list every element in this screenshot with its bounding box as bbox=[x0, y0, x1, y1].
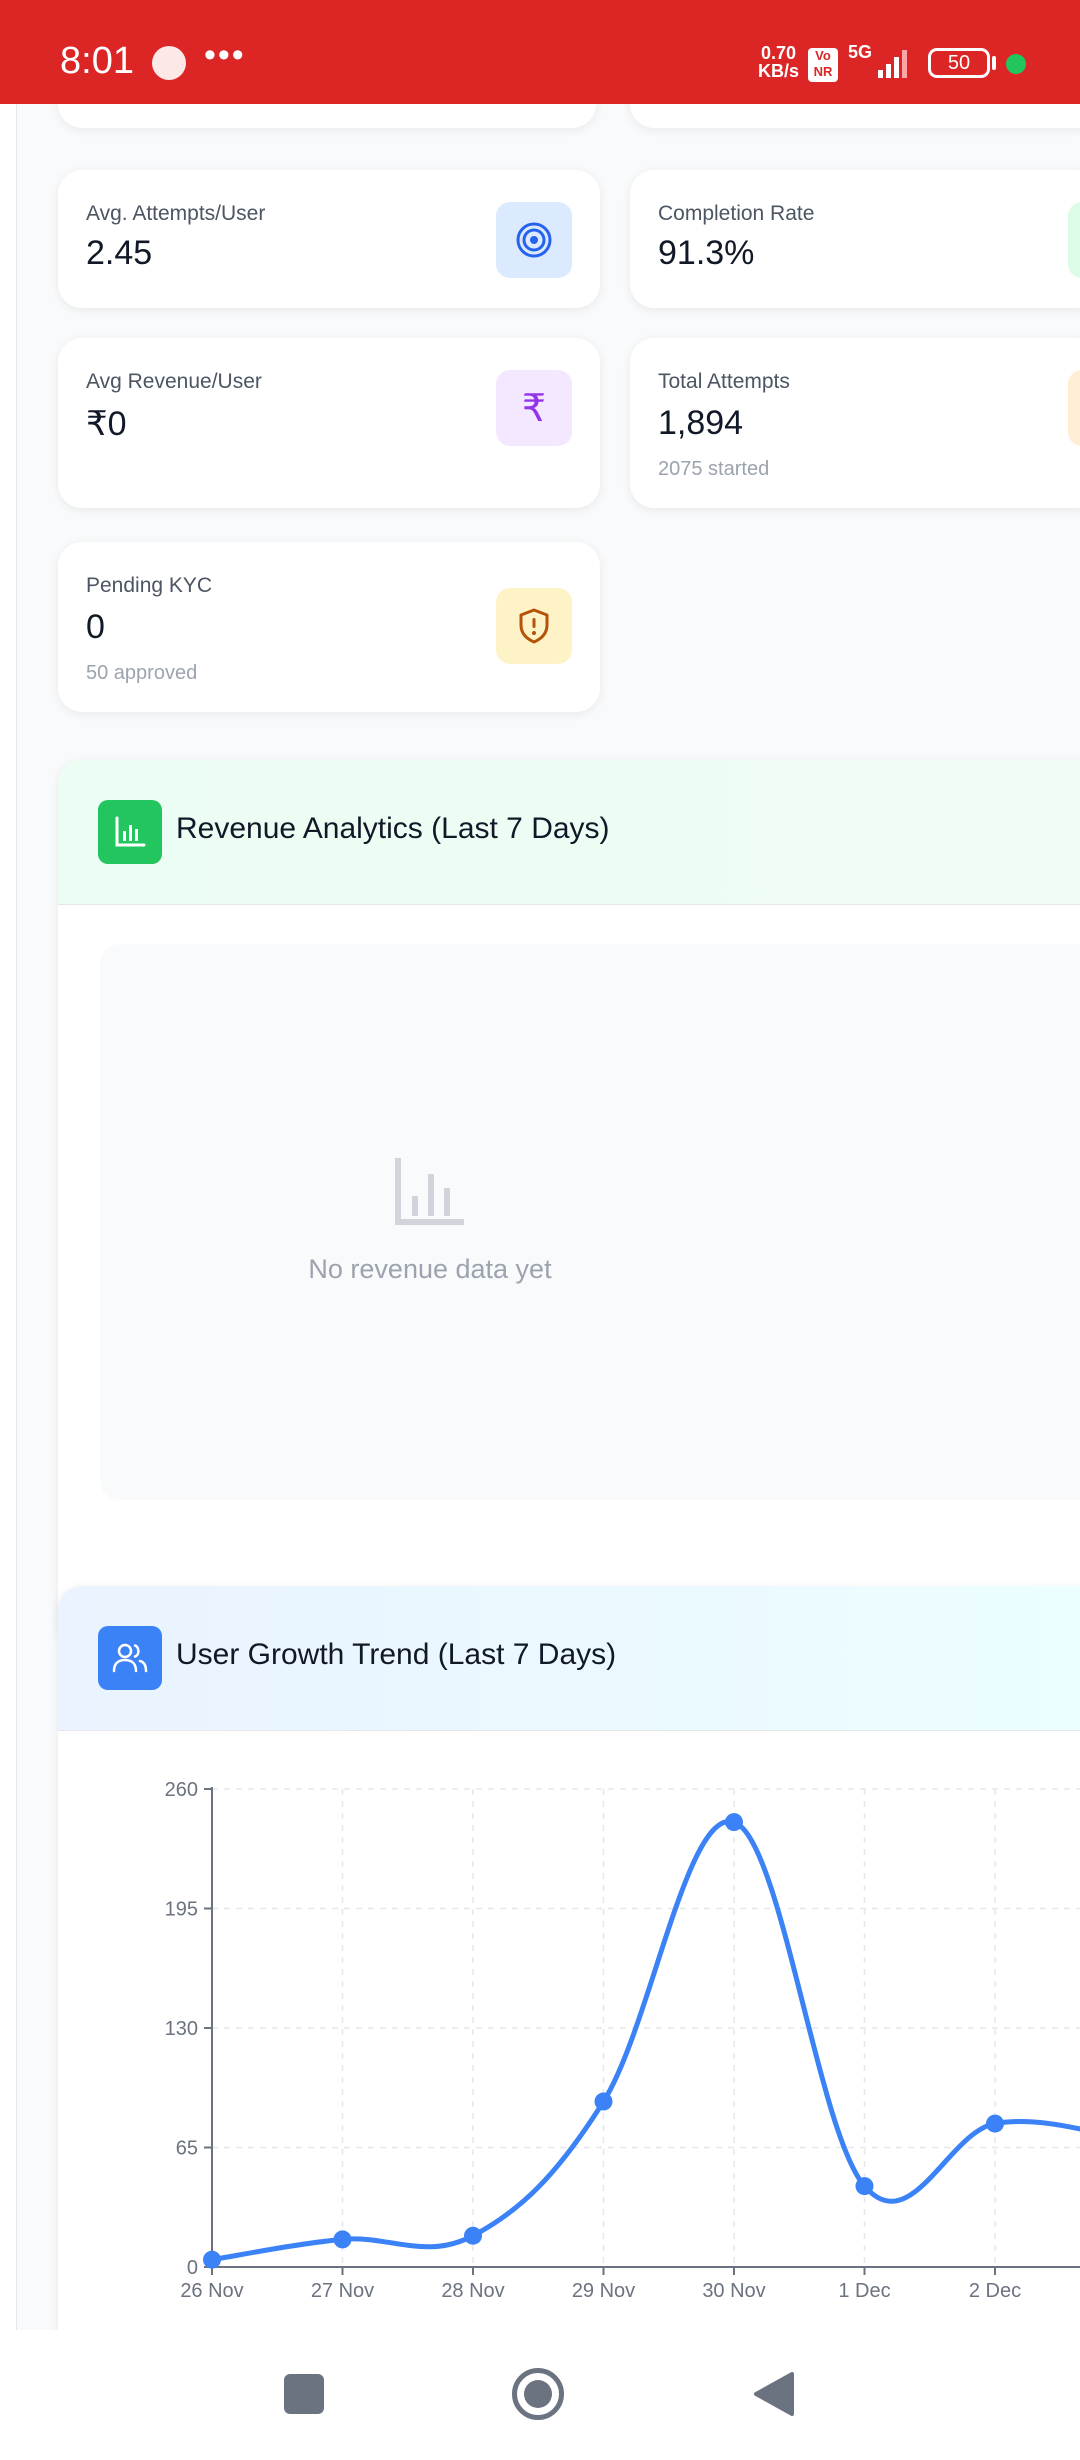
y-tick-label: 260 bbox=[165, 1779, 198, 1801]
data-point bbox=[464, 2226, 482, 2245]
data-point bbox=[203, 2250, 221, 2269]
circle-icon[interactable] bbox=[512, 2368, 564, 2420]
status-time: 8:01 bbox=[60, 40, 134, 82]
data-point bbox=[333, 2230, 352, 2249]
battery-icon: 50 bbox=[928, 48, 990, 78]
y-tick-label: 195 bbox=[165, 1899, 198, 1921]
x-tick-label: 30 Nov bbox=[702, 2280, 765, 2302]
volte-icon: Vo NR bbox=[808, 48, 838, 82]
network-type: 5G bbox=[848, 42, 873, 62]
x-tick-label: 2 Dec bbox=[969, 2280, 1021, 2302]
network-speed: 0.70 KB/s bbox=[758, 44, 799, 80]
x-tick-label: 28 Nov bbox=[441, 2280, 504, 2302]
network-speed-value: 0.70 bbox=[760, 43, 797, 63]
dashboard-content[interactable]: Avg. Attempts/User 2.45 Completion Rate … bbox=[0, 104, 1080, 2330]
data-point bbox=[986, 2114, 1004, 2133]
data-point bbox=[725, 1813, 743, 1832]
recording-dot-icon bbox=[152, 46, 186, 80]
more-notifications-icon: ••• bbox=[204, 36, 246, 74]
data-point bbox=[855, 2177, 874, 2196]
data-point bbox=[594, 2092, 613, 2111]
x-tick-label: 26 Nov bbox=[180, 2280, 243, 2302]
y-tick-label: 130 bbox=[165, 2018, 198, 2040]
y-tick-label: 0 bbox=[187, 2257, 198, 2279]
privacy-indicator-dot bbox=[1006, 54, 1026, 74]
network-speed-unit: KB/s bbox=[758, 61, 800, 81]
x-tick-label: 27 Nov bbox=[311, 2280, 374, 2302]
status-bar: 8:01 ••• 0.70 KB/s Vo NR 5G 50 bbox=[0, 0, 1080, 104]
user-growth-chart: 0 65 130 195 260 26 Nov 27 Nov 28 Nov 29 Nov 30 N… bbox=[165, 1779, 1080, 2302]
battery-tip bbox=[992, 56, 996, 70]
y-tick-label: 65 bbox=[176, 2138, 198, 2160]
x-tick-label: 29 Nov bbox=[572, 2280, 635, 2302]
signal-icon bbox=[878, 50, 907, 78]
system-nav-bar bbox=[0, 2330, 1080, 2460]
square-icon[interactable] bbox=[284, 2374, 324, 2414]
x-tick-label: 1 Dec bbox=[838, 2280, 890, 2302]
triangle-back-icon[interactable] bbox=[752, 2370, 794, 2418]
